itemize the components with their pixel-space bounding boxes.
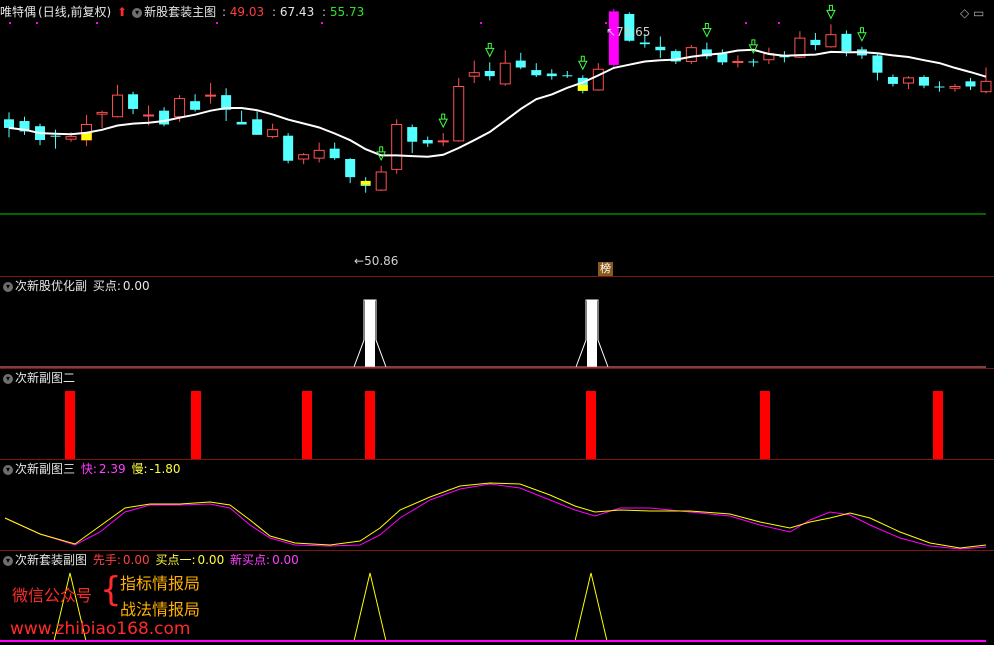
- candle-body: [50, 135, 61, 137]
- candle-body: [174, 98, 186, 118]
- candle-body: [283, 135, 294, 161]
- candle-body: [732, 60, 744, 63]
- candle-body: [407, 127, 418, 142]
- candle-body: [298, 154, 310, 160]
- candle-body: [934, 86, 945, 88]
- candle-body: [391, 123, 403, 170]
- high-price-label: ↖75.65: [606, 25, 651, 39]
- candle-body: [748, 61, 759, 63]
- green-down-arrow-icon: [577, 55, 588, 71]
- red-signal-bar: [760, 391, 770, 459]
- top-marker-dot: [605, 22, 607, 24]
- red-signal-bar: [933, 391, 943, 459]
- candle-body: [810, 39, 821, 46]
- buy-spike-bar: [587, 300, 597, 367]
- candle-body: [655, 46, 666, 51]
- yellow-spike: [353, 572, 387, 642]
- slow-line: [4, 482, 987, 549]
- candle-body: [841, 33, 852, 52]
- candle-body: [872, 55, 883, 73]
- candle-body: [267, 129, 279, 138]
- candle-body: [531, 70, 542, 76]
- candle-body: [345, 159, 356, 178]
- top-marker-dot: [9, 22, 11, 24]
- candle-body: [4, 119, 14, 128]
- green-down-arrow-icon: [438, 113, 449, 129]
- candle-body: [422, 140, 433, 144]
- candle-body: [902, 77, 914, 84]
- candle-body: [205, 94, 217, 97]
- red-signal-bar: [586, 391, 596, 459]
- yellow-spike: [574, 572, 608, 642]
- candle-body: [515, 60, 526, 68]
- watermark-name-b: 战法情报局: [120, 600, 201, 619]
- candle-body: [468, 72, 480, 77]
- candle-body: [143, 114, 155, 117]
- top-marker-dot: [36, 22, 38, 24]
- candle-body: [546, 73, 557, 77]
- yellow-signal-candle: [577, 84, 588, 91]
- green-down-arrow-icon: [376, 146, 386, 162]
- candle-body: [437, 140, 449, 143]
- buy-spike-bar: [365, 300, 375, 367]
- candle-body: [329, 148, 340, 159]
- candle-body: [112, 94, 124, 118]
- candle-body: [360, 184, 371, 186]
- moving-average-line: [8, 48, 987, 158]
- red-signal-bar: [365, 391, 375, 459]
- top-marker-dot: [745, 22, 747, 24]
- candle-body: [190, 101, 201, 110]
- candle-body: [887, 77, 898, 84]
- candle-body: [313, 149, 325, 159]
- candle-body: [499, 62, 511, 85]
- candle-body: [96, 111, 108, 115]
- watermark-wechat: 微信公众号: [12, 586, 93, 605]
- chart-surface[interactable]: [0, 0, 994, 645]
- candle-body: [825, 34, 837, 48]
- candle-body: [236, 121, 247, 125]
- candle-body: [252, 119, 263, 135]
- red-signal-bar: [65, 391, 75, 459]
- yellow-signal-candle: [360, 180, 371, 185]
- watermark-name-a: 指标情报局: [120, 574, 201, 593]
- candle-body: [717, 53, 728, 63]
- green-down-arrow-icon: [826, 4, 836, 20]
- green-down-arrow-icon: [857, 27, 867, 42]
- candle-body: [562, 75, 573, 77]
- top-marker-dot: [216, 22, 218, 24]
- top-marker-dot: [321, 22, 323, 24]
- candle-body: [128, 94, 139, 109]
- low-price-label: ←50.86: [354, 254, 399, 268]
- watermark-url: www.zhibiao168.com: [10, 619, 191, 639]
- candle-body: [484, 70, 495, 77]
- top-marker-dot: [480, 22, 482, 24]
- candle-body: [918, 77, 929, 86]
- red-signal-bar: [302, 391, 312, 459]
- candle-body: [949, 86, 961, 89]
- green-down-arrow-icon: [484, 42, 495, 58]
- candle-body: [980, 80, 992, 93]
- watermark-brace: {: [100, 570, 122, 610]
- green-down-arrow-icon: [702, 22, 712, 38]
- candle-body: [965, 81, 976, 87]
- candle-body: [453, 86, 465, 142]
- candle-body: [65, 136, 77, 140]
- candle-body: [592, 68, 604, 91]
- fast-line: [4, 483, 987, 550]
- bang-badge[interactable]: 榜: [598, 262, 613, 276]
- candle-body: [639, 42, 650, 45]
- red-signal-bar: [191, 391, 201, 459]
- top-marker-dot: [96, 22, 98, 24]
- candle-body: [375, 171, 387, 191]
- candle-body: [685, 47, 697, 62]
- top-marker-dot: [778, 22, 780, 24]
